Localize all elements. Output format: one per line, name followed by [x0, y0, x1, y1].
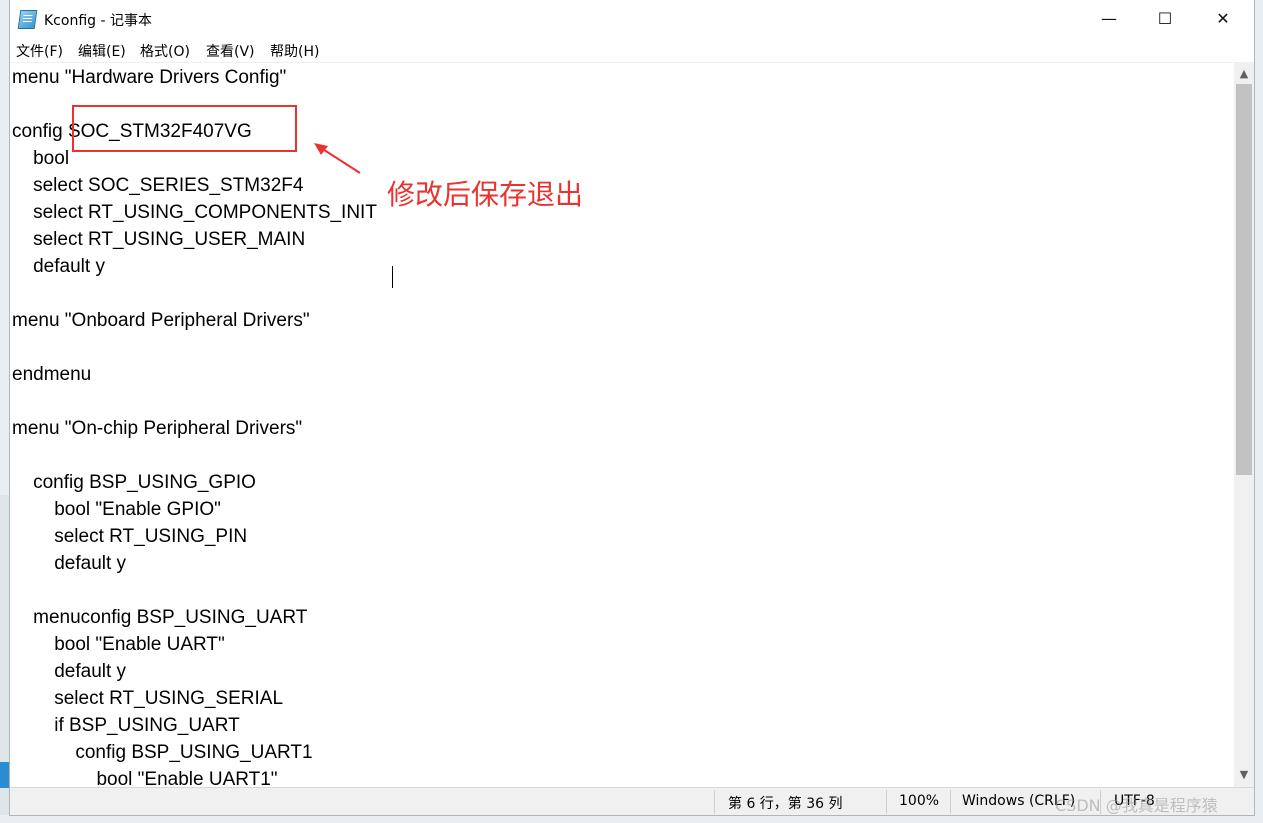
title-bar[interactable]: Kconfig - 记事本 — ☐ ✕ — [10, 0, 1254, 38]
editor-line: bool "Enable UART1" — [12, 769, 278, 788]
menu-edit[interactable]: 编辑(E) — [78, 41, 126, 61]
text-caret — [392, 266, 393, 288]
annotation-highlight-box — [72, 105, 297, 152]
menu-file[interactable]: 文件(F) — [16, 41, 63, 61]
menu-bar: 文件(F) 编辑(E) 格式(O) 查看(V) 帮助(H) — [10, 38, 1254, 62]
notepad-icon — [17, 10, 38, 29]
editor-line: default y — [12, 256, 105, 277]
cursor-position: 第 6 行，第 36 列 — [728, 796, 843, 812]
text-editor[interactable]: menu "Hardware Drivers Config" config SO… — [10, 62, 1234, 788]
menu-view[interactable]: 查看(V) — [206, 41, 255, 61]
editor-line: default y — [12, 661, 127, 682]
editor-line: menu "Hardware Drivers Config" — [12, 67, 287, 88]
editor-line: config BSP_USING_GPIO — [12, 472, 256, 493]
editor-line: config BSP_USING_UART1 — [12, 742, 313, 763]
editor-line: bool — [12, 148, 70, 169]
maximize-icon: ☐ — [1157, 9, 1173, 28]
editor-line: select SOC_SERIES_STM32F4 — [12, 175, 304, 196]
editor-line: menu "Onboard Peripheral Drivers" — [12, 310, 310, 331]
scroll-up-icon[interactable]: ▲ — [1234, 64, 1254, 84]
close-button[interactable]: ✕ — [1194, 0, 1252, 38]
minimize-icon: — — [1101, 9, 1117, 28]
editor-line: default y — [12, 553, 127, 574]
minimize-button[interactable]: — — [1080, 0, 1138, 38]
menu-format[interactable]: 格式(O) — [140, 41, 190, 61]
editor-line: select RT_USING_PIN — [12, 526, 248, 547]
editor-line: menu "On-chip Peripheral Drivers" — [12, 418, 303, 439]
annotation-text: 修改后保存退出 — [387, 178, 584, 211]
editor-line: select RT_USING_SERIAL — [12, 688, 284, 709]
background-taskbar-strip — [0, 762, 10, 788]
editor-line: select RT_USING_COMPONENTS_INIT — [12, 202, 377, 223]
close-icon: ✕ — [1216, 9, 1230, 28]
editor-line: bool "Enable UART" — [12, 634, 225, 655]
scroll-thumb[interactable] — [1236, 84, 1252, 475]
watermark: CSDN @我真是程序猿 — [1055, 796, 1218, 815]
status-divider — [714, 790, 715, 814]
scroll-down-icon[interactable]: ▼ — [1234, 765, 1254, 785]
annotation-arrow-icon — [314, 143, 361, 174]
vertical-scrollbar[interactable]: ▲ ▼ — [1234, 62, 1254, 787]
status-divider — [950, 790, 951, 814]
menu-help[interactable]: 帮助(H) — [270, 41, 319, 61]
notepad-window: Kconfig - 记事本 — ☐ ✕ 文件(F) 编辑(E) 格式(O) 查看… — [10, 0, 1254, 815]
zoom-level: 100% — [899, 793, 940, 809]
editor-line: bool "Enable GPIO" — [12, 499, 221, 520]
editor-line: if BSP_USING_UART — [12, 715, 240, 736]
editor-line: select RT_USING_USER_MAIN — [12, 229, 306, 250]
status-divider — [886, 790, 887, 814]
window-title: Kconfig - 记事本 — [44, 13, 152, 29]
maximize-button[interactable]: ☐ — [1136, 0, 1194, 38]
editor-line: menuconfig BSP_USING_UART — [12, 607, 308, 628]
editor-line: endmenu — [12, 364, 92, 385]
